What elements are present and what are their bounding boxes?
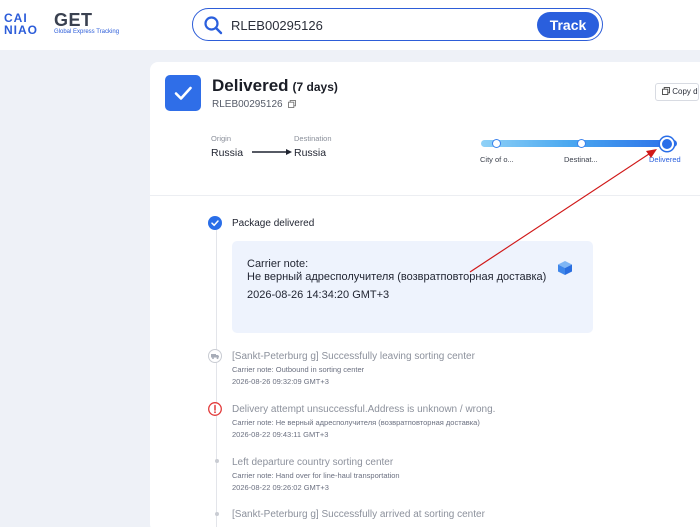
check-circle-icon	[208, 216, 222, 230]
track-button[interactable]: Track	[537, 11, 599, 38]
truck-icon	[208, 349, 222, 363]
timeline-line	[216, 230, 217, 527]
event-note: Carrier note: Не верный адресполучителя …	[232, 418, 480, 427]
delivery-days: (7 days)	[292, 80, 338, 94]
route-arrow-icon	[252, 149, 292, 155]
search-bar: Track	[192, 8, 603, 41]
progress-stage-2-dot	[577, 139, 586, 148]
event-time: 2026-08-22 09:26:02 GMT+3	[232, 483, 329, 492]
event-time: 2026-08-26 09:32:09 GMT+3	[232, 377, 329, 386]
package-cube-icon	[558, 261, 572, 275]
event-note: Carrier note: Outbound in sorting center	[232, 365, 365, 374]
tracking-search-input[interactable]	[231, 15, 521, 35]
copy-details-label: Copy d	[672, 87, 698, 96]
origin-label: Origin	[211, 134, 232, 143]
event-title: [Sankt-Peterburg g] Successfully arrived…	[232, 509, 485, 520]
logo-mark: CAI NIAO	[4, 12, 46, 36]
progress-stage-1-dot	[492, 139, 501, 148]
copy-icon[interactable]	[288, 100, 297, 108]
progress-stage-3-dot	[660, 137, 674, 151]
event-title: [Sankt-Peterburg g] Successfully leaving…	[232, 351, 475, 362]
top-header: CAI NIAO GET Global Express Tracking Tra…	[0, 0, 700, 50]
alert-circle-icon	[208, 402, 222, 416]
note-time: 2026-08-26 14:34:20 GMT+3	[247, 289, 390, 301]
destination-value: Russia	[294, 147, 327, 159]
origin-value: Russia	[211, 147, 244, 159]
logo-get-text: GET	[54, 10, 93, 30]
section-divider	[150, 195, 700, 196]
shipment-status: Delivered (7 days)	[212, 76, 338, 96]
cainiao-logo[interactable]: CAI NIAO GET Global Express Tracking	[4, 8, 124, 44]
dot-icon	[215, 459, 219, 463]
copy-details-button[interactable]: Copy d	[655, 83, 699, 101]
logo-subtitle: Global Express Tracking	[54, 29, 120, 35]
event-title: Package delivered	[232, 218, 315, 229]
progress-stage-3-label: Delivered	[649, 155, 681, 164]
dot-icon	[215, 512, 219, 516]
note-label: Carrier note:	[247, 258, 309, 270]
event-time: 2026-08-22 09:43:11 GMT+3	[232, 430, 329, 439]
copy-details-icon	[662, 87, 670, 95]
event-note: Carrier note: Hand over for line-haul tr…	[232, 471, 400, 480]
delivered-check-icon	[165, 75, 201, 111]
event-title: Delivery attempt unsuccessful.Address is…	[232, 404, 496, 415]
latest-event-note-box: Carrier note: Не верный адресполучителя …	[232, 241, 593, 333]
event-title: Left departure country sorting center	[232, 457, 394, 468]
status-text: Delivered	[212, 76, 289, 95]
note-text: Не верный адресполучителя (возвратповтор…	[247, 271, 547, 283]
progress-stage-1-label: City of o...	[480, 155, 514, 164]
tracking-number: RLEB00295126	[212, 99, 297, 110]
search-icon	[204, 16, 223, 35]
destination-label: Destination	[294, 134, 332, 143]
progress-stage-2-label: Destinat...	[564, 155, 598, 164]
logo-mark-line2: NIAO	[4, 23, 38, 37]
tracking-number-text: RLEB00295126	[212, 99, 283, 110]
